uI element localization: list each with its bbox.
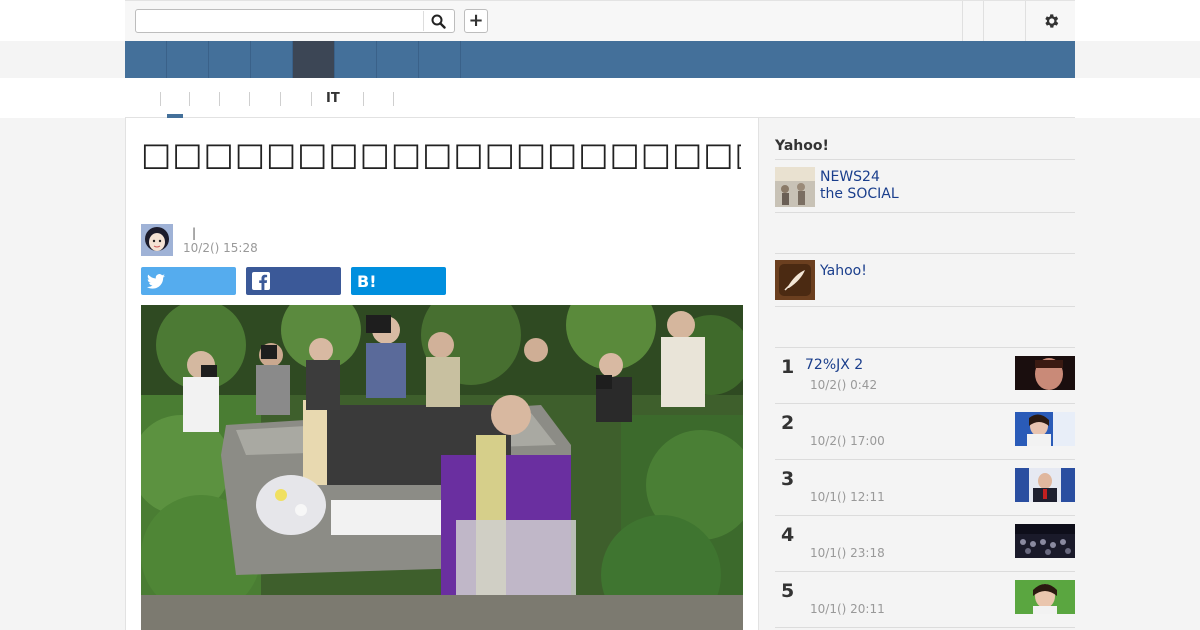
toolbar-divider — [983, 1, 984, 41]
ranking-thumbnail-image — [1015, 468, 1075, 502]
ranking-number: 5 — [781, 580, 795, 602]
ranking-time: 10/2() 0:42 — [810, 378, 878, 392]
sub-nav: IT — [0, 78, 1200, 118]
facebook-icon — [252, 272, 270, 290]
ranking-item[interactable]: 3 10/1() 12:11 — [775, 460, 1075, 516]
add-button[interactable]: + — [464, 9, 488, 33]
ranking-thumbnail-image — [1015, 580, 1075, 614]
ranking-item[interactable]: 4 10/1() 23:18 — [775, 516, 1075, 572]
ranking-thumbnail[interactable] — [1015, 524, 1075, 558]
gear-icon — [1044, 14, 1058, 28]
feather-chat-icon — [775, 260, 815, 300]
ranking-thumbnail[interactable] — [1015, 468, 1075, 502]
ranking-item[interactable]: 2 10/2() 17:00 — [775, 404, 1075, 460]
ranking-thumbnail[interactable] — [1015, 412, 1075, 446]
news24-link-line2: the SOCIAL — [820, 186, 899, 202]
sidebar-title: Yahoo! — [775, 138, 829, 154]
hatena-bookmark-button[interactable]: B! — [351, 267, 446, 295]
main-nav — [125, 41, 1075, 78]
sub-nav-inner: IT — [125, 78, 1075, 118]
subnav-item[interactable] — [160, 92, 175, 106]
ranking-thumbnail[interactable] — [1015, 580, 1075, 614]
nav-tab[interactable] — [209, 41, 251, 78]
ranking-item[interactable]: 1 72%JX 2 10/2() 0:42 — [775, 348, 1075, 404]
ranking-number: 1 — [781, 356, 795, 378]
search-button[interactable] — [423, 11, 452, 31]
ranking-item[interactable]: 5 10/1() 20:11 — [775, 572, 1075, 628]
ranking-title[interactable]: 72%JX 2 — [805, 357, 863, 373]
twitter-share-button[interactable] — [141, 267, 236, 295]
article-title: □□□□□□□□□□□□□□□□□□□□□□□□□□□□□□□□□ — [141, 135, 741, 173]
top-bar: + — [0, 0, 1200, 41]
ranking-time: 10/1() 23:18 — [810, 546, 885, 560]
nav-tab[interactable] — [419, 41, 461, 78]
search-box — [135, 9, 455, 33]
news24-thumbnail[interactable] — [775, 167, 815, 207]
subnav-item[interactable] — [363, 92, 378, 106]
sidebar-divider — [775, 212, 1075, 213]
ranking-number: 3 — [781, 468, 795, 490]
subnav-item-it[interactable]: IT — [311, 92, 340, 106]
author-name[interactable]: | — [192, 226, 196, 240]
ranking-time: 10/1() 12:11 — [810, 490, 885, 504]
article-column: □□□□□□□□□□□□□□□□□□□□□□□□□□□□□□□□□ | 10/2… — [125, 118, 759, 630]
subnav-item[interactable] — [189, 92, 204, 106]
author-avatar[interactable] — [141, 224, 173, 256]
subnav-item[interactable] — [219, 92, 234, 106]
top-bar-inner: + — [125, 0, 1075, 41]
search-icon — [431, 14, 446, 29]
hatena-bookmark-icon: B! — [357, 271, 377, 291]
photo-memorial-ceremony — [141, 305, 743, 630]
ranking-thumbnail-image — [1015, 356, 1075, 390]
nav-tab[interactable] — [167, 41, 209, 78]
ranking-time: 10/1() 20:11 — [810, 602, 885, 616]
ranking-number: 2 — [781, 412, 795, 434]
ranking-thumbnail[interactable] — [1015, 356, 1075, 390]
facebook-share-button[interactable] — [246, 267, 341, 295]
sidebar-divider — [775, 627, 1075, 628]
avatar-illustration — [141, 224, 173, 256]
toolbar-divider — [962, 1, 963, 41]
article-datetime: 10/2() 15:28 — [183, 241, 258, 255]
nav-tab-active[interactable] — [293, 41, 335, 78]
twitter-icon — [147, 273, 165, 289]
ranking-thumbnail-image — [1015, 412, 1075, 446]
ranking-time: 10/2() 17:00 — [810, 434, 885, 448]
nav-tab[interactable] — [377, 41, 419, 78]
subnav-item[interactable] — [280, 92, 295, 106]
nav-tab[interactable] — [251, 41, 293, 78]
subnav-divider — [393, 92, 394, 106]
ranking-thumbnail-image — [1015, 524, 1075, 558]
nav-tab[interactable] — [125, 41, 167, 78]
news24-thumbnail-image — [775, 167, 815, 207]
nav-tab[interactable] — [335, 41, 377, 78]
sidebar-divider — [775, 253, 1075, 254]
sidebar-divider — [775, 306, 1075, 307]
yahoo-promo-thumbnail[interactable] — [775, 260, 815, 300]
article-photo[interactable] — [141, 305, 743, 630]
sidebar-divider — [775, 159, 1075, 160]
search-input[interactable] — [138, 12, 430, 30]
ranking-number: 4 — [781, 524, 795, 546]
yahoo-promo-link[interactable]: Yahoo! — [820, 263, 867, 280]
sidebar: Yahoo! NEWS24 the SOCIAL Yahoo! 1 72%JX … — [775, 118, 1075, 630]
settings-button[interactable] — [1026, 1, 1075, 41]
subnav-item[interactable] — [249, 92, 264, 106]
news24-link-line1: NEWS24 — [820, 169, 880, 185]
news24-link[interactable]: NEWS24 the SOCIAL — [820, 169, 899, 203]
